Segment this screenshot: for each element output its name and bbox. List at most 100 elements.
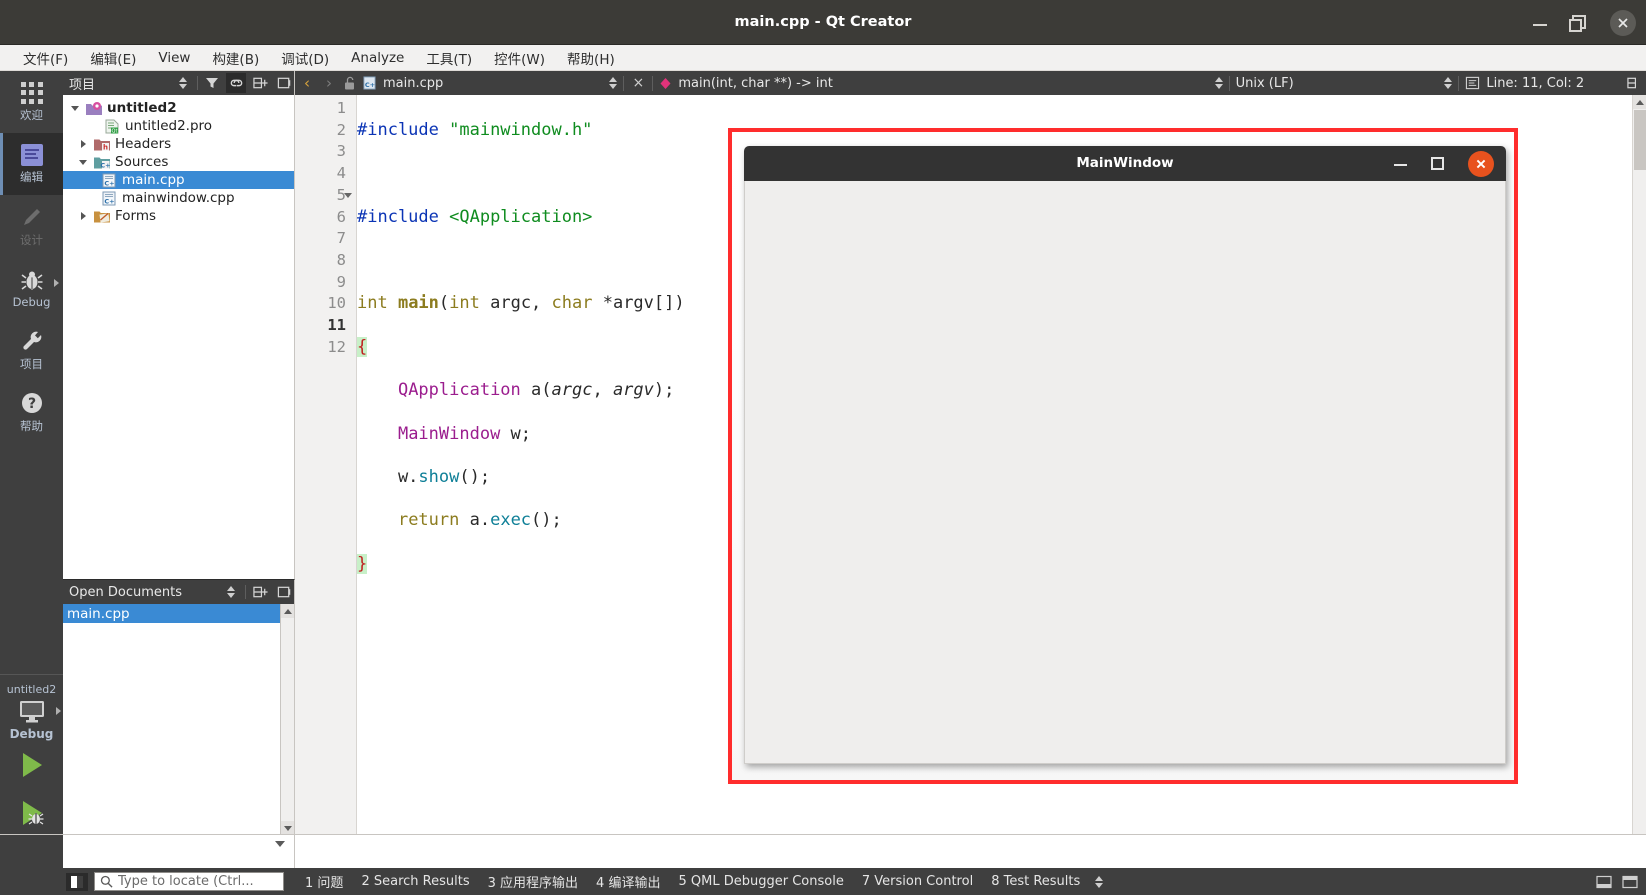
link-icon[interactable] bbox=[226, 73, 246, 93]
symbol-dropdown-icon[interactable] bbox=[1214, 77, 1223, 89]
output-button-compile-output[interactable]: 4 编译输出 bbox=[587, 869, 669, 894]
mode-item-welcome[interactable]: 欢迎 bbox=[0, 71, 63, 133]
scrollbar-thumb[interactable] bbox=[1634, 110, 1646, 170]
search-input[interactable]: Type to locate (Ctrl... bbox=[94, 872, 284, 891]
menu-debug[interactable]: 调试(D) bbox=[270, 45, 340, 71]
menu-view[interactable]: View bbox=[147, 47, 201, 69]
editor-filename[interactable]: main.cpp bbox=[383, 76, 443, 91]
output-button-version-control[interactable]: 7 Version Control bbox=[853, 871, 982, 892]
window-minimize-icon[interactable] bbox=[1533, 16, 1547, 30]
output-button-application-output[interactable]: 3 应用程序输出 bbox=[479, 869, 587, 894]
mode-item-debug[interactable]: Debug bbox=[0, 257, 63, 319]
mainwindow-close-icon[interactable] bbox=[1468, 150, 1494, 177]
open-documents-title: Open Documents bbox=[69, 584, 182, 600]
close-icon[interactable] bbox=[274, 582, 294, 602]
scroll-down-icon[interactable] bbox=[281, 821, 294, 835]
tree-item-main-cpp[interactable]: C+ main.cpp bbox=[63, 171, 294, 189]
mode-item-help[interactable]: ? 帮助 bbox=[0, 381, 63, 443]
start-debugging-button[interactable] bbox=[0, 789, 63, 837]
output-button-search-results[interactable]: 2 Search Results bbox=[352, 871, 478, 892]
tree-label: Headers bbox=[115, 136, 172, 152]
sort-icon[interactable] bbox=[173, 73, 193, 93]
split-icon[interactable] bbox=[250, 582, 270, 602]
code-token: "mainwindow.h" bbox=[449, 119, 593, 140]
sidebar-toggle-icon[interactable] bbox=[66, 872, 88, 891]
code-token: exec bbox=[490, 510, 532, 531]
menu-window[interactable]: 控件(W) bbox=[483, 45, 556, 71]
close-editor-button[interactable]: × bbox=[630, 75, 646, 91]
menu-tools[interactable]: 工具(T) bbox=[415, 45, 483, 71]
mode-edit-label: 编辑 bbox=[20, 169, 43, 184]
mainwindow-maximize-icon[interactable] bbox=[1431, 157, 1444, 170]
code-line: w.show(); bbox=[357, 467, 685, 489]
menu-help[interactable]: 帮助(H) bbox=[556, 45, 626, 71]
cpp-file-icon: C+ bbox=[102, 173, 116, 187]
mode-item-projects[interactable]: 项目 bbox=[0, 319, 63, 381]
line-ending-dropdown-icon[interactable] bbox=[1444, 77, 1453, 89]
svg-text:C+: C+ bbox=[104, 197, 114, 205]
kit-selector-button[interactable]: Debug bbox=[0, 699, 63, 741]
play-icon bbox=[22, 753, 42, 777]
open-document-item-main-cpp[interactable]: main.cpp bbox=[63, 604, 280, 623]
tree-item-headers[interactable]: h Headers bbox=[63, 135, 294, 153]
expander-right-icon[interactable] bbox=[77, 140, 89, 148]
menu-build[interactable]: 构建(B) bbox=[201, 45, 270, 71]
expander-down-icon[interactable] bbox=[77, 159, 89, 165]
pane-dropdown-icon[interactable] bbox=[275, 841, 285, 847]
menu-edit[interactable]: 编辑(E) bbox=[79, 45, 147, 71]
editor-scrollbar[interactable] bbox=[1632, 95, 1646, 834]
filter-icon[interactable] bbox=[202, 73, 222, 93]
mainwindow-client-area[interactable] bbox=[744, 181, 1506, 764]
mainwindow-minimize-icon[interactable] bbox=[1394, 157, 1407, 170]
navigate-back-button[interactable]: ‹ bbox=[299, 74, 315, 92]
run-button[interactable] bbox=[0, 741, 63, 789]
line-ending-selector[interactable]: Unix (LF) bbox=[1236, 76, 1294, 91]
split-icon[interactable] bbox=[250, 73, 270, 93]
scroll-up-icon[interactable] bbox=[281, 604, 294, 618]
fold-marker-icon[interactable] bbox=[344, 193, 352, 198]
code-token: (); bbox=[531, 510, 562, 531]
svg-text:C+: C+ bbox=[104, 179, 114, 187]
menu-analyze[interactable]: Analyze bbox=[340, 47, 415, 69]
expander-down-icon[interactable] bbox=[69, 105, 81, 111]
maximize-pane-icon[interactable] bbox=[1622, 875, 1638, 889]
code-text[interactable]: #include "mainwindow.h" #include <QAppli… bbox=[357, 95, 685, 662]
tree-item-sources[interactable]: C+ Sources bbox=[63, 153, 294, 171]
kit-expand-arrow[interactable] bbox=[56, 707, 61, 715]
menu-file[interactable]: 文件(F) bbox=[12, 45, 79, 71]
mode-welcome-label: 欢迎 bbox=[20, 107, 43, 122]
code-token: argc bbox=[551, 380, 593, 401]
output-button-issues[interactable]: 1 问题 bbox=[296, 869, 352, 894]
mode-help-label: 帮助 bbox=[20, 418, 43, 433]
editor-symbol-name[interactable]: main(int, char **) -> int bbox=[678, 76, 832, 91]
window-restore-icon[interactable] bbox=[1569, 15, 1586, 32]
mode-debug-expand-arrow[interactable] bbox=[54, 279, 59, 287]
window-close-icon[interactable] bbox=[1610, 9, 1636, 36]
open-documents-scrollbar[interactable] bbox=[280, 604, 294, 835]
unlocked-icon[interactable] bbox=[343, 76, 356, 91]
tree-item-untitled2[interactable]: untitled2 bbox=[63, 99, 294, 117]
file-dropdown-icon[interactable] bbox=[609, 77, 618, 89]
scroll-up-icon[interactable] bbox=[1633, 95, 1646, 109]
sort-icon[interactable] bbox=[221, 582, 241, 602]
toolbar-divider bbox=[623, 75, 625, 91]
tree-item-untitled2-pro[interactable]: Qt untitled2.pro bbox=[63, 117, 294, 135]
code-token: char bbox=[551, 293, 593, 314]
output-button-qml-debugger-console[interactable]: 5 QML Debugger Console bbox=[669, 871, 852, 892]
close-icon[interactable] bbox=[274, 73, 294, 93]
open-documents-pane: Open Documents main.cpp bbox=[63, 579, 295, 835]
mode-item-edit[interactable]: 编辑 bbox=[0, 133, 63, 195]
code-token: } bbox=[357, 553, 368, 574]
expander-right-icon[interactable] bbox=[77, 212, 89, 220]
code-line: return a.exec(); bbox=[357, 510, 685, 532]
text-settings-icon[interactable] bbox=[1465, 76, 1480, 90]
tree-item-forms[interactable]: Forms bbox=[63, 207, 294, 225]
output-more-icon[interactable] bbox=[1089, 873, 1112, 891]
output-button-test-results[interactable]: 8 Test Results bbox=[982, 871, 1089, 892]
minimize-pane-icon[interactable] bbox=[1596, 875, 1612, 889]
tree-item-mainwindow-cpp[interactable]: C+ mainwindow.cpp bbox=[63, 189, 294, 207]
mode-item-design[interactable]: 设计 bbox=[0, 195, 63, 257]
line-number: 9 bbox=[336, 272, 346, 291]
navigate-forward-button[interactable]: › bbox=[321, 74, 337, 92]
code-token: argc, bbox=[479, 293, 552, 314]
